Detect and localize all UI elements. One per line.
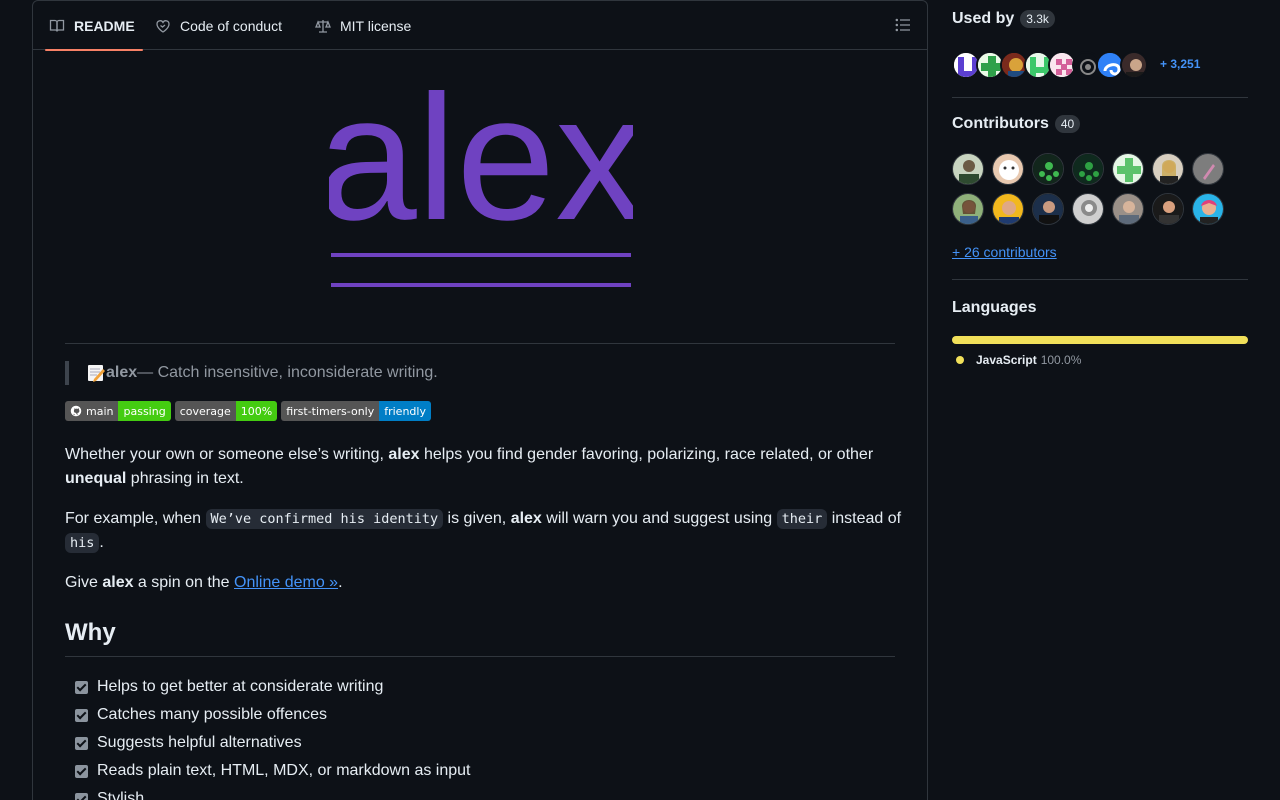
- contributor-avatar[interactable]: [1192, 193, 1224, 225]
- ci-badge-label: main: [86, 404, 114, 418]
- more-contributors-link[interactable]: + 26 contributors: [952, 244, 1057, 260]
- github-icon: [70, 405, 82, 417]
- active-tab-underline: [45, 49, 143, 51]
- table-of-contents-button[interactable]: [895, 17, 911, 33]
- coverage-badge[interactable]: coverage 100%: [174, 401, 278, 421]
- language-name: JavaScript: [976, 353, 1037, 367]
- contributor-avatar[interactable]: [1032, 193, 1064, 225]
- task-list-item: Reads plain text, HTML, MDX, or markdown…: [75, 757, 470, 785]
- contributor-avatar[interactable]: [1072, 193, 1104, 225]
- coverage-badge-value: 100%: [235, 401, 278, 421]
- contributor-avatar[interactable]: [992, 193, 1024, 225]
- checked-checkbox[interactable]: [75, 764, 88, 778]
- contributor-avatar[interactable]: [1072, 153, 1104, 185]
- tagline-blockquote: alex — Catch insensitive, inconsiderate …: [65, 361, 438, 385]
- task-list-item: Suggests helpful alternatives: [75, 729, 470, 757]
- languages-heading: Languages: [952, 299, 1037, 316]
- why-heading: Why: [65, 619, 116, 646]
- code-his: his: [65, 533, 100, 553]
- tab-license-label: MIT license: [340, 17, 412, 34]
- readme-panel: README Code of conduct MIT license alex: [32, 0, 928, 800]
- contributor-avatar[interactable]: [992, 153, 1024, 185]
- avatar[interactable]: [1120, 51, 1148, 79]
- logo-line-1: [331, 253, 631, 257]
- contributors-heading[interactable]: Contributors 40: [952, 115, 1081, 133]
- memo-icon: [87, 364, 105, 382]
- intro-paragraph: Whether your own or someone else’s writi…: [65, 446, 874, 487]
- contributor-avatar[interactable]: [1152, 193, 1184, 225]
- example-paragraph: For example, when We’ve confirmed his id…: [65, 509, 902, 553]
- first-timers-badge[interactable]: first-timers-only friendly: [281, 401, 431, 421]
- demo-paragraph: Give alex a spin on the Online demo ».: [65, 574, 343, 591]
- language-bar-javascript: [952, 336, 1248, 344]
- code-example-sentence: We’ve confirmed his identity: [205, 509, 444, 529]
- contributor-avatar[interactable]: [1152, 153, 1184, 185]
- used-by-more-link[interactable]: + 3,251: [1160, 57, 1200, 71]
- used-by-avatars: [952, 50, 1152, 80]
- contributors-count: 40: [1054, 115, 1081, 133]
- tab-code-of-conduct-label: Code of conduct: [180, 17, 282, 34]
- heart-handshake-icon: [155, 18, 171, 34]
- language-color-dot: [956, 356, 964, 364]
- first-timers-badge-label: first-timers-only: [281, 401, 380, 421]
- tab-readme-label: README: [74, 17, 135, 34]
- language-percent: 100.0%: [1040, 353, 1082, 367]
- tab-readme[interactable]: README: [45, 1, 143, 51]
- checked-checkbox[interactable]: [75, 736, 88, 750]
- used-by-count: 3.3k: [1020, 10, 1055, 28]
- checked-checkbox[interactable]: [75, 680, 88, 694]
- checked-checkbox[interactable]: [75, 708, 88, 722]
- tagline-name: alex: [106, 364, 138, 381]
- badge-row: main passing coverage 100% first-timers-…: [65, 401, 431, 421]
- code-their: their: [776, 509, 828, 529]
- contributor-avatar[interactable]: [1112, 153, 1144, 185]
- heading-rule: [65, 656, 895, 657]
- list-icon: [895, 18, 910, 32]
- contributor-avatar[interactable]: [952, 193, 984, 225]
- coverage-badge-label: coverage: [174, 401, 236, 421]
- language-item-javascript[interactable]: JavaScript 100.0%: [956, 353, 1081, 367]
- law-scale-icon: [315, 18, 331, 34]
- first-timers-badge-value: friendly: [379, 401, 431, 421]
- language-bar: [952, 336, 1248, 344]
- contributor-avatar[interactable]: [952, 153, 984, 185]
- task-list-item: Helps to get better at considerate writi…: [75, 673, 470, 701]
- contributor-avatar[interactable]: [1032, 153, 1064, 185]
- tagline-text: — Catch insensitive, inconsiderate writi…: [137, 364, 438, 381]
- alex-logo: alex: [329, 61, 633, 287]
- horizontal-rule: [65, 343, 895, 344]
- sidebar-divider: [952, 279, 1248, 280]
- logo-text: alex: [329, 61, 633, 257]
- tab-code-of-conduct[interactable]: Code of conduct: [155, 1, 282, 50]
- contributor-avatar[interactable]: [1192, 153, 1224, 185]
- sidebar-divider: [952, 97, 1248, 98]
- ci-badge[interactable]: main passing: [65, 401, 171, 421]
- ci-badge-status: passing: [118, 401, 171, 421]
- task-list-item: Stylish: [75, 785, 470, 800]
- online-demo-link[interactable]: Online demo »: [234, 574, 338, 591]
- used-by-heading[interactable]: Used by 3.3k: [952, 10, 1055, 28]
- book-icon: [49, 18, 65, 34]
- readme-tabs: README Code of conduct MIT license: [33, 1, 927, 51]
- contributor-avatar[interactable]: [1112, 193, 1144, 225]
- checked-checkbox[interactable]: [75, 792, 88, 800]
- task-list-item: Catches many possible offences: [75, 701, 470, 729]
- logo-line-2: [331, 283, 631, 287]
- tab-license[interactable]: MIT license: [315, 1, 411, 50]
- why-task-list: Helps to get better at considerate writi…: [75, 673, 470, 800]
